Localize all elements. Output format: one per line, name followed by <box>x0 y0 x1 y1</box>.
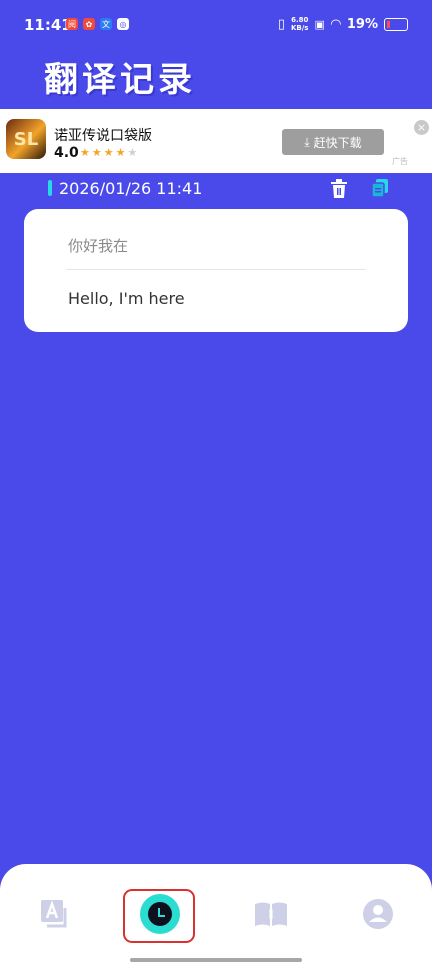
wifi-icon: ◠ <box>330 16 341 32</box>
divider <box>66 269 366 270</box>
notification-app-icon: 文 <box>100 18 112 30</box>
copy-icon[interactable] <box>372 179 388 197</box>
book-icon[interactable] <box>251 894 291 934</box>
rating-stars: ★★★★★ <box>80 146 139 159</box>
battery-icon <box>384 17 408 31</box>
record-header: 2026/01/26 11:41 <box>46 178 396 200</box>
trash-icon[interactable] <box>330 179 348 199</box>
battery-percent: 19% <box>346 16 378 32</box>
translation-card[interactable]: 你好我在 Hello, I'm here <box>24 209 408 332</box>
download-button[interactable]: ⤓ 赶快下载 <box>282 129 384 155</box>
star-icon: ★ <box>127 146 140 159</box>
highlight-annotation-box <box>123 889 195 943</box>
status-app-icons: 阅 ✿ 文 ◎ <box>66 18 129 30</box>
status-time: 11:41 <box>24 16 72 34</box>
page-title: 翻译记录 <box>44 60 196 100</box>
ad-rating: 4.0 <box>54 145 79 161</box>
ad-close-icon[interactable]: × <box>414 120 429 135</box>
translated-text: Hello, I'm here <box>68 289 185 308</box>
notification-app-icon: ◎ <box>117 18 129 30</box>
ad-tag: 广告 <box>392 157 408 166</box>
bottom-nav <box>0 864 432 964</box>
star-icon: ★ <box>80 146 92 159</box>
notification-app-icon: ✿ <box>83 18 95 30</box>
star-icon: ★ <box>91 146 104 159</box>
status-bar: 11:41 阅 ✿ 文 ◎ ▯ 6.80 KB/s ▣ ◠ 19% <box>0 0 432 50</box>
sim-icon: ▣ <box>314 17 325 31</box>
star-icon: ★ <box>103 146 116 159</box>
translate-icon[interactable] <box>35 894 75 934</box>
status-indicators: ▯ 6.80 KB/s ▣ ◠ 19% <box>278 16 408 32</box>
notification-app-icon: 阅 <box>66 18 78 30</box>
ad-title[interactable]: 诺亚传说口袋版 <box>54 125 152 145</box>
star-icon: ★ <box>115 146 128 159</box>
record-datetime: 2026/01/26 11:41 <box>59 179 203 198</box>
ad-banner[interactable]: SL 诺亚传说口袋版 4.0 ★★★★★ ⤓ 赶快下载 广告 <box>0 109 432 173</box>
home-indicator[interactable] <box>130 958 302 962</box>
download-icon: ⤓ <box>304 134 310 149</box>
profile-icon[interactable] <box>358 894 398 934</box>
net-speed: 6.80 KB/s <box>290 16 309 32</box>
vibrate-icon: ▯ <box>277 16 285 32</box>
accent-bar <box>48 180 52 196</box>
source-text: 你好我在 <box>68 237 129 255</box>
game-app-icon[interactable]: SL <box>6 119 46 159</box>
